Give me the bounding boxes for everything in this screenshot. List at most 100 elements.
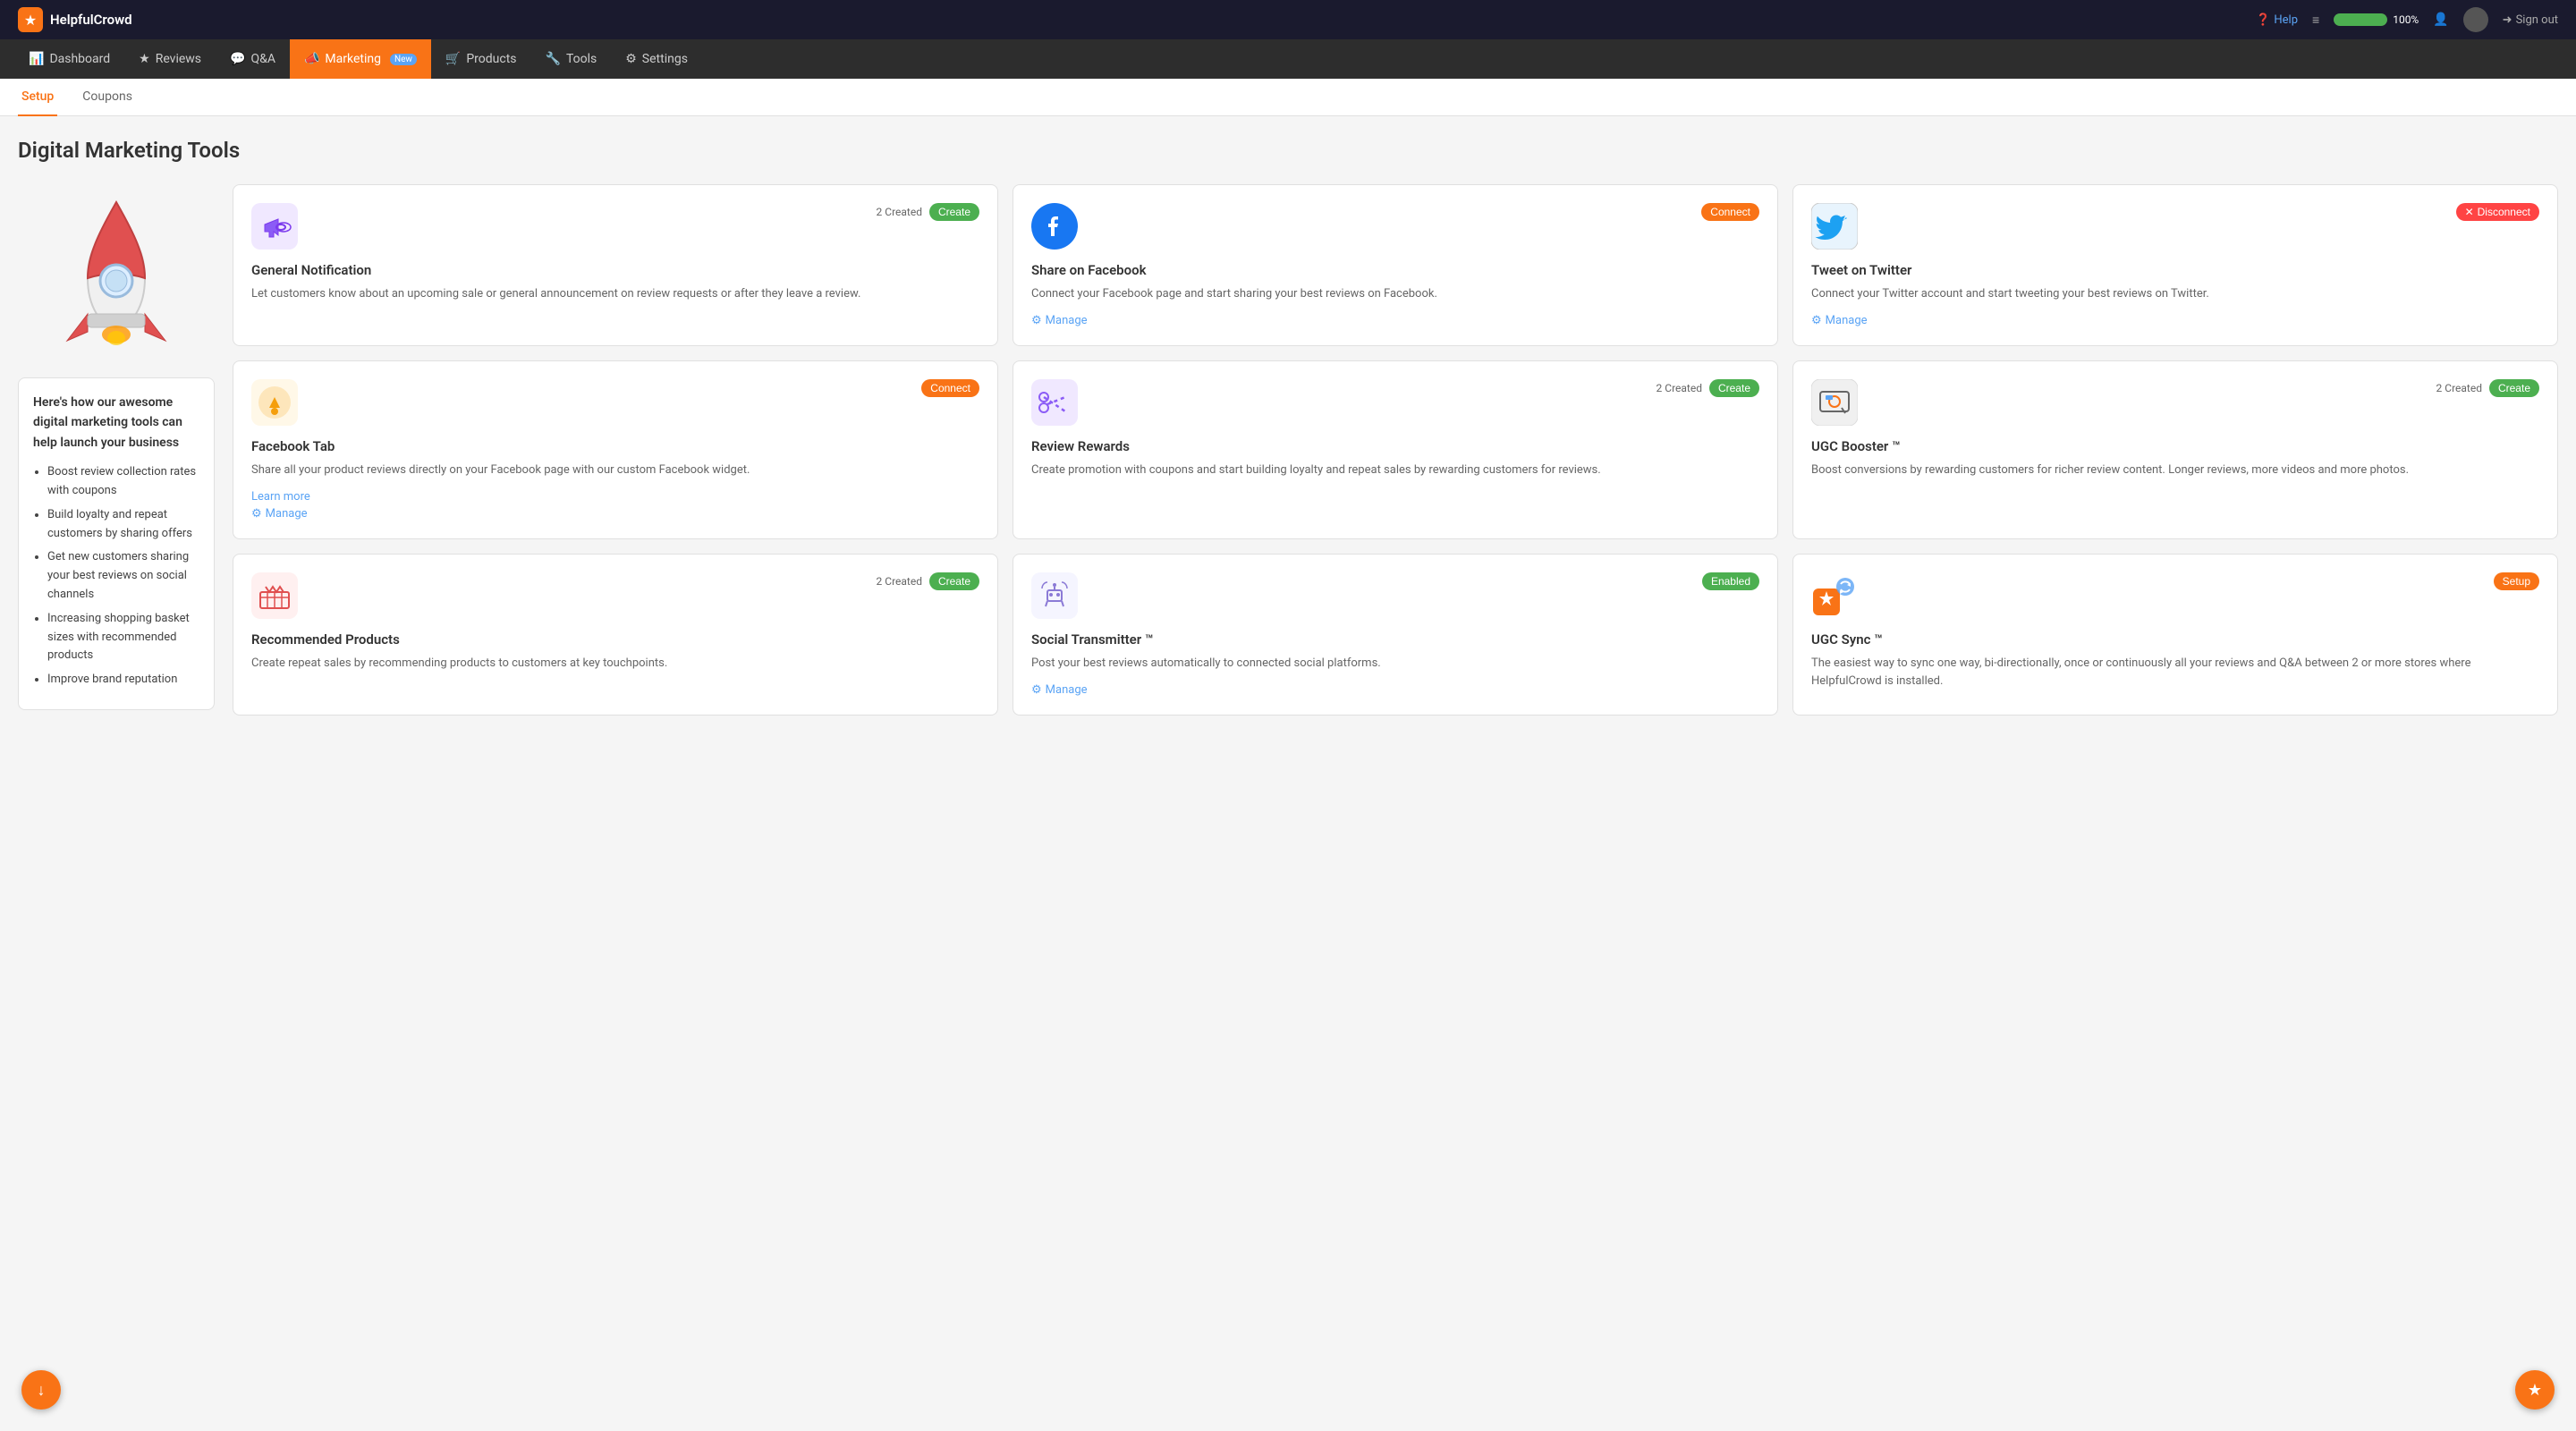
nav-item-products[interactable]: 🛒 Products <box>431 39 531 79</box>
card-header: 2 Created Create <box>1811 379 2539 426</box>
card-review-rewards: 2 Created Create Review Rewards Create p… <box>1013 360 1778 540</box>
gear-icon: ⚙ <box>1811 314 1822 327</box>
card-title: UGC Sync ™ <box>1811 631 2539 648</box>
card-actions: Connect <box>1701 203 1759 221</box>
signout-link[interactable]: ➜ Sign out <box>2503 13 2558 27</box>
progress-fill <box>2334 13 2387 26</box>
fab-down-button[interactable]: ↓ <box>21 1370 61 1410</box>
sub-nav: Setup Coupons <box>0 79 2576 116</box>
card-header: Enabled <box>1031 572 1759 619</box>
card-actions: 2 Created Create <box>2436 379 2539 397</box>
marketing-badge: New <box>390 54 417 65</box>
card-description: Let customers know about an upcoming sal… <box>251 285 979 303</box>
create-button[interactable]: Create <box>929 572 979 590</box>
connect-button[interactable]: Connect <box>921 379 979 397</box>
nav-item-tools[interactable]: 🔧 Tools <box>531 39 612 79</box>
logo-icon: ★ <box>18 7 43 32</box>
card-footer: ⚙ Manage <box>1031 683 1759 697</box>
card-title: General Notification <box>251 262 979 278</box>
card-recommended-products: 2 Created Create Recommended Products Cr… <box>233 554 998 716</box>
dashboard-icon: 📊 <box>29 52 44 66</box>
tab-setup[interactable]: Setup <box>18 79 57 116</box>
card-actions: 2 Created Create <box>877 572 979 590</box>
card-header: ✕ Disconnect <box>1811 203 2539 250</box>
nav-item-qa[interactable]: 💬 Q&A <box>216 39 290 79</box>
card-actions: Enabled <box>1702 572 1759 590</box>
nav-item-dashboard[interactable]: 📊 Dashboard <box>14 39 124 79</box>
bullet-1: Boost review collection rates with coupo… <box>47 463 199 501</box>
card-general-notification: 2 Created Create General Notification Le… <box>233 184 998 346</box>
create-button[interactable]: Create <box>2489 379 2539 397</box>
tab-coupons[interactable]: Coupons <box>79 79 136 116</box>
enabled-button[interactable]: Enabled <box>1702 572 1759 590</box>
x-icon: ✕ <box>2465 206 2474 218</box>
progress-label: 100% <box>2393 13 2419 26</box>
rocket-svg <box>58 184 174 363</box>
create-button[interactable]: Create <box>929 203 979 221</box>
user-avatar <box>2463 7 2488 32</box>
created-badge: 2 Created <box>1657 382 1702 394</box>
card-title: Facebook Tab <box>251 438 979 454</box>
megaphone-icon <box>251 203 298 250</box>
card-ugc-sync: Setup UGC Sync ™ The easiest way to sync… <box>1792 554 2558 716</box>
gear-icon: ⚙ <box>251 507 262 521</box>
help-link[interactable]: ❓ Help <box>2256 13 2298 27</box>
card-facebook-tab: Connect Facebook Tab Share all your prod… <box>233 360 998 540</box>
fab-star-button[interactable]: ★ <box>2515 1370 2555 1410</box>
products-icon: 🛒 <box>445 52 461 66</box>
card-actions: 2 Created Create <box>1657 379 1759 397</box>
card-actions: Setup <box>2494 572 2539 590</box>
manage-link[interactable]: ⚙ Manage <box>1031 683 1759 697</box>
manage-link[interactable]: ⚙ Manage <box>1031 314 1759 327</box>
card-header: Connect <box>251 379 979 426</box>
recommended-products-icon <box>251 572 298 619</box>
twitter-icon <box>1811 203 1858 250</box>
card-social-transmitter: Enabled Social Transmitter ™ Post your b… <box>1013 554 1778 716</box>
progress-bar <box>2334 13 2387 26</box>
rocket-illustration <box>18 184 215 363</box>
nav-item-settings[interactable]: ⚙ Settings <box>611 39 702 79</box>
card-description: Create promotion with coupons and start … <box>1031 461 1759 479</box>
card-description: Connect your Facebook page and start sha… <box>1031 285 1759 303</box>
created-badge: 2 Created <box>877 206 922 218</box>
create-button[interactable]: Create <box>1709 379 1759 397</box>
marketing-icon: 📣 <box>304 52 319 66</box>
card-description: The easiest way to sync one way, bi-dire… <box>1811 655 2539 690</box>
card-title: Share on Facebook <box>1031 262 1759 278</box>
manage-link[interactable]: ⚙ Manage <box>251 507 979 521</box>
gear-icon: ⚙ <box>1031 314 1042 327</box>
bars-icon: ≡ <box>2312 13 2319 28</box>
card-footer: ⚙ Manage <box>1811 314 2539 327</box>
nav-item-reviews[interactable]: ★ Reviews <box>124 39 216 79</box>
card-actions: Connect <box>921 379 979 397</box>
social-transmitter-icon <box>1031 572 1078 619</box>
settings-icon: ⚙ <box>625 52 637 66</box>
card-share-facebook: Connect Share on Facebook Connect your F… <box>1013 184 1778 346</box>
cards-grid: 2 Created Create General Notification Le… <box>233 184 2558 716</box>
gear-icon: ⚙ <box>1031 683 1042 697</box>
card-title: UGC Booster ™ <box>1811 438 2539 454</box>
top-bar-right: ❓ Help ≡ 100% 👤 ➜ Sign out <box>2256 7 2558 32</box>
card-header: Setup <box>1811 572 2539 619</box>
disconnect-button[interactable]: ✕ Disconnect <box>2456 203 2539 221</box>
card-description: Boost conversions by rewarding customers… <box>1811 461 2539 479</box>
nav-item-marketing[interactable]: 📣 Marketing New <box>290 39 431 79</box>
card-header: 2 Created Create <box>251 203 979 250</box>
setup-button[interactable]: Setup <box>2494 572 2539 590</box>
bullet-2: Build loyalty and repeat customers by sh… <box>47 506 199 544</box>
card-tweet-twitter: ✕ Disconnect Tweet on Twitter Connect yo… <box>1792 184 2558 346</box>
facebook-tab-icon <box>251 379 298 426</box>
card-footer: Learn more ⚙ Manage <box>251 489 979 521</box>
manage-link[interactable]: ⚙ Manage <box>1811 314 2539 327</box>
card-description: Create repeat sales by recommending prod… <box>251 655 979 673</box>
card-description: Share all your product reviews directly … <box>251 461 979 479</box>
learn-more-link[interactable]: Learn more <box>251 490 310 504</box>
review-rewards-icon <box>1031 379 1078 426</box>
tools-icon: 🔧 <box>546 52 561 66</box>
card-footer: ⚙ Manage <box>1031 314 1759 327</box>
bullet-4: Increasing shopping basket sizes with re… <box>47 610 199 665</box>
bullet-5: Improve brand reputation <box>47 671 199 690</box>
connect-button[interactable]: Connect <box>1701 203 1759 221</box>
card-actions: 2 Created Create <box>877 203 979 221</box>
card-description: Post your best reviews automatically to … <box>1031 655 1759 673</box>
